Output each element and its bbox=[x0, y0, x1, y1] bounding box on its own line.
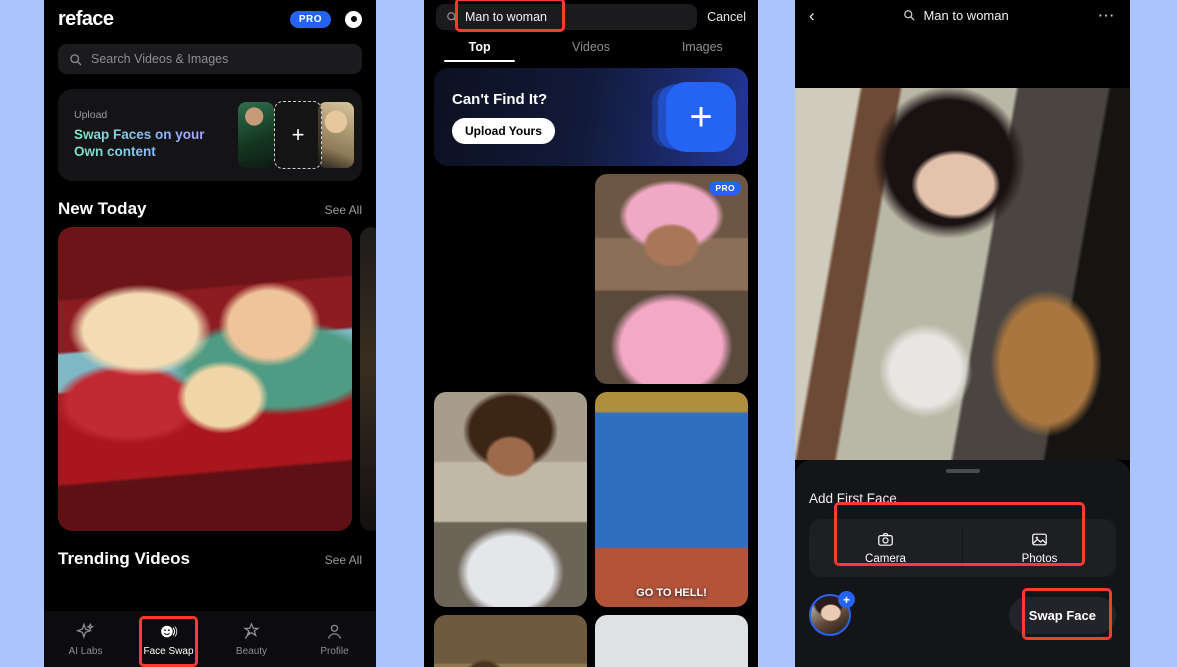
tab-ai-labs[interactable]: AI Labs bbox=[44, 621, 127, 657]
search-query-value: Man to woman bbox=[465, 10, 547, 24]
photos-icon bbox=[1032, 533, 1047, 546]
banner-title: Can't Find It? bbox=[452, 90, 548, 108]
result-tile[interactable] bbox=[434, 615, 587, 667]
face-selection-row: + Swap Face bbox=[809, 591, 1116, 636]
camera-label: Camera bbox=[865, 553, 906, 565]
section-title: New Today bbox=[58, 199, 147, 218]
gear-icon[interactable] bbox=[345, 10, 362, 28]
section-title: Trending Videos bbox=[58, 549, 190, 568]
sparkle-icon bbox=[76, 621, 95, 639]
tab-label: AI Labs bbox=[68, 645, 103, 657]
app-logo: reface bbox=[58, 7, 114, 30]
header-actions: PRO bbox=[289, 10, 362, 28]
avatar[interactable]: + bbox=[809, 591, 855, 636]
banner-texts: Can't Find It? Upload Yours bbox=[434, 91, 555, 144]
pro-badge[interactable]: PRO bbox=[289, 10, 331, 28]
upload-yours-banner[interactable]: Can't Find It? Upload Yours + bbox=[434, 68, 748, 166]
result-tile[interactable] bbox=[434, 392, 587, 607]
photos-label: Photos bbox=[1021, 553, 1058, 565]
results-column-right: PRO GO TO HELL! bbox=[595, 174, 748, 667]
tab-profile[interactable]: Profile bbox=[293, 622, 376, 657]
results-column-left bbox=[434, 174, 587, 667]
tab-top[interactable]: Top bbox=[424, 40, 535, 62]
chevron-left-icon[interactable]: ‹ bbox=[809, 7, 815, 24]
search-input[interactable]: Search Videos & Images bbox=[58, 44, 362, 74]
new-today-card-peek[interactable] bbox=[360, 227, 376, 531]
tab-label: Profile bbox=[320, 645, 349, 657]
see-all-link[interactable]: See All bbox=[325, 553, 362, 567]
detail-title: Man to woman bbox=[903, 7, 1009, 23]
search-top-bar: Man to woman Cancel bbox=[424, 0, 758, 30]
person-icon bbox=[328, 624, 341, 639]
result-caption: GO TO HELL! bbox=[636, 587, 707, 599]
new-today-card[interactable] bbox=[58, 227, 352, 531]
camera-option[interactable]: Camera bbox=[809, 519, 962, 577]
tab-label: Face Swap bbox=[143, 645, 194, 657]
upload-card-texts: Upload Swap Faces on your Own content bbox=[58, 109, 233, 161]
tab-face-swap[interactable]: Face Swap bbox=[127, 622, 210, 657]
sheet-grabber[interactable] bbox=[945, 469, 980, 473]
result-tile[interactable] bbox=[434, 174, 587, 384]
search-placeholder: Search Videos & Images bbox=[91, 52, 229, 66]
see-all-link[interactable]: See All bbox=[325, 203, 362, 217]
upload-add-button[interactable]: + bbox=[274, 101, 322, 169]
face-source-options: Camera Photos bbox=[809, 519, 1116, 577]
upload-title: Swap Faces on your Own content bbox=[74, 127, 233, 161]
tab-images[interactable]: Images bbox=[647, 40, 758, 62]
screenshot-stage: reface PRO Search Videos & Images Upload… bbox=[0, 0, 1177, 667]
home-screen-panel: reface PRO Search Videos & Images Upload… bbox=[44, 0, 376, 667]
tab-label: Beauty bbox=[235, 645, 268, 657]
upload-thumb-left bbox=[238, 102, 274, 168]
search-icon bbox=[904, 10, 915, 21]
detail-top-bar: ‹ Man to woman ⋯ bbox=[795, 0, 1130, 30]
upload-yours-button[interactable]: Upload Yours bbox=[452, 117, 555, 144]
bottom-tab-bar: AI Labs Face Swap Beauty Profile bbox=[44, 611, 376, 667]
detail-title-text: Man to woman bbox=[923, 7, 1009, 23]
result-tile[interactable]: GO TO HELL! bbox=[595, 392, 748, 607]
plus-icon[interactable]: + bbox=[666, 82, 736, 152]
section-header-new-today: New Today See All bbox=[44, 181, 376, 227]
tab-beauty[interactable]: Beauty bbox=[210, 621, 293, 657]
cancel-button[interactable]: Cancel bbox=[707, 10, 746, 24]
upload-promo-card[interactable]: Upload Swap Faces on your Own content + bbox=[58, 89, 362, 181]
camera-icon bbox=[878, 533, 893, 546]
upload-thumb-right bbox=[318, 102, 354, 168]
smiley-swap-icon bbox=[161, 625, 178, 637]
magic-wand-icon bbox=[243, 621, 260, 639]
result-tile[interactable]: PRO bbox=[595, 174, 748, 384]
swap-face-button[interactable]: Swap Face bbox=[1008, 596, 1116, 634]
home-header: reface PRO bbox=[44, 0, 376, 32]
add-face-plus-icon[interactable]: + bbox=[838, 591, 855, 608]
section-header-trending-videos: Trending Videos See All bbox=[44, 531, 376, 577]
photos-option[interactable]: Photos bbox=[963, 519, 1116, 577]
upload-kicker: Upload bbox=[74, 109, 108, 122]
search-query-input[interactable]: Man to woman bbox=[436, 4, 698, 30]
new-today-carousel[interactable] bbox=[44, 227, 376, 531]
upload-thumbnails: + bbox=[238, 101, 354, 169]
search-results-panel: Man to woman Cancel Top Videos Images Ca… bbox=[424, 0, 758, 667]
tab-videos[interactable]: Videos bbox=[535, 40, 646, 62]
result-tile[interactable] bbox=[595, 615, 748, 667]
search-icon bbox=[70, 53, 82, 65]
search-icon bbox=[447, 12, 458, 23]
ellipsis-icon[interactable]: ⋯ bbox=[1098, 7, 1117, 24]
face-swap-detail-panel: ‹ Man to woman ⋯ Add First Face Camera P… bbox=[795, 0, 1130, 667]
add-face-sheet: Add First Face Camera Photos + Swap Face bbox=[795, 460, 1130, 667]
sheet-title: Add First Face bbox=[809, 491, 897, 506]
preview-image[interactable] bbox=[795, 88, 1130, 460]
pro-badge: PRO bbox=[709, 181, 741, 195]
results-grid: PRO GO TO HELL! bbox=[424, 166, 758, 667]
search-filter-tabs: Top Videos Images bbox=[424, 40, 758, 62]
